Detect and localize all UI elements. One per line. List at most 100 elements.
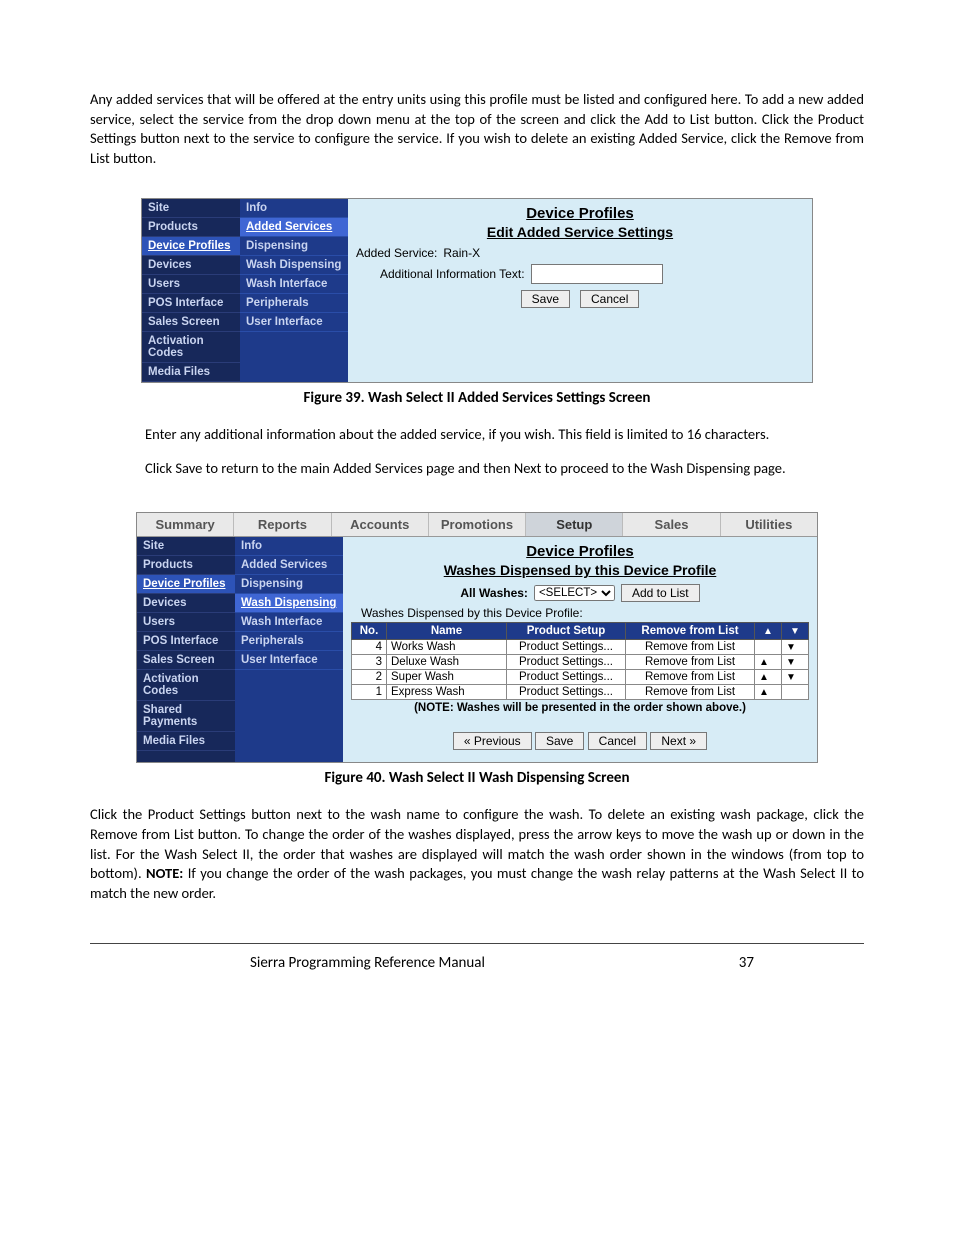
cancel-button[interactable]: Cancel: [588, 732, 647, 750]
subnav-item[interactable]: User Interface: [240, 313, 348, 332]
subnav-item[interactable]: Peripherals: [240, 294, 348, 313]
cell-name: Super Wash: [387, 670, 507, 685]
cell-no: 1: [352, 685, 387, 700]
col-header: No.: [352, 623, 387, 640]
all-washes-select[interactable]: <SELECT>: [534, 585, 615, 601]
cell-no: 3: [352, 655, 387, 670]
move-down-icon[interactable]: ▼: [782, 640, 809, 655]
paragraph-2: Enter any additional information about t…: [145, 425, 824, 445]
paragraph-4: Click the Product Settings button next t…: [90, 805, 864, 903]
sidebar-item[interactable]: Activation Codes: [137, 670, 235, 701]
figure-39-caption: Figure 39. Wash Select II Added Services…: [90, 389, 864, 407]
subnav-item[interactable]: Wash Interface: [240, 275, 348, 294]
table-row: 2Super WashProduct Settings...Remove fro…: [352, 670, 809, 685]
tab-accounts[interactable]: Accounts: [332, 513, 429, 536]
move-up-icon[interactable]: ▲: [755, 685, 782, 700]
sidebar-item[interactable]: Sales Screen: [137, 651, 235, 670]
add-to-list-button[interactable]: Add to List: [621, 584, 700, 602]
sidebar-item[interactable]: Device Profiles: [142, 237, 240, 256]
page-footer: Sierra Programming Reference Manual 37: [90, 943, 864, 972]
table-note: (NOTE: Washes will be presented in the o…: [351, 702, 809, 714]
sidebar-item[interactable]: Shared Payments: [137, 701, 235, 732]
move-down-icon[interactable]: ▼: [782, 655, 809, 670]
sidebar-item[interactable]: Products: [142, 218, 240, 237]
remove-from-list-button[interactable]: Remove from List: [626, 655, 755, 670]
figure-40-screenshot: SummaryReportsAccountsPromotionsSetupSal…: [136, 512, 818, 763]
sidebar-item[interactable]: Devices: [137, 594, 235, 613]
table-subhead: Washes Dispensed by this Device Profile:: [361, 606, 809, 620]
sidebar-item[interactable]: Site: [142, 199, 240, 218]
remove-from-list-button[interactable]: Remove from List: [626, 670, 755, 685]
tab-summary[interactable]: Summary: [137, 513, 234, 536]
subnav-item[interactable]: Added Services: [235, 556, 343, 575]
addl-info-input[interactable]: [531, 264, 663, 284]
col-header: Product Setup: [507, 623, 626, 640]
panel-subtitle: Washes Dispensed by this Device Profile: [351, 562, 809, 578]
footer-title: Sierra Programming Reference Manual: [250, 954, 485, 972]
sidebar-item[interactable]: Media Files: [137, 732, 235, 751]
tab-promotions[interactable]: Promotions: [429, 513, 526, 536]
cell-name: Express Wash: [387, 685, 507, 700]
product-settings-button[interactable]: Product Settings...: [507, 670, 626, 685]
save-button[interactable]: Save: [535, 732, 584, 750]
subnav-item[interactable]: Wash Dispensing: [240, 256, 348, 275]
panel-title: Device Profiles: [356, 205, 804, 222]
move-down-icon[interactable]: [782, 685, 809, 700]
cancel-button[interactable]: Cancel: [580, 290, 639, 308]
sidebar-item[interactable]: Media Files: [142, 363, 240, 382]
cell-no: 2: [352, 670, 387, 685]
remove-from-list-button[interactable]: Remove from List: [626, 640, 755, 655]
product-settings-button[interactable]: Product Settings...: [507, 640, 626, 655]
move-up-icon[interactable]: ▲: [755, 670, 782, 685]
product-settings-button[interactable]: Product Settings...: [507, 685, 626, 700]
subnav-item[interactable]: Dispensing: [240, 237, 348, 256]
tab-setup[interactable]: Setup: [526, 513, 623, 536]
product-settings-button[interactable]: Product Settings...: [507, 655, 626, 670]
next-button[interactable]: Next »: [650, 732, 707, 750]
table-row: 1Express WashProduct Settings...Remove f…: [352, 685, 809, 700]
sidebar-item[interactable]: POS Interface: [142, 294, 240, 313]
tab-reports[interactable]: Reports: [234, 513, 331, 536]
panel-subtitle: Edit Added Service Settings: [356, 224, 804, 240]
sidebar-item[interactable]: Sales Screen: [142, 313, 240, 332]
sidebar-item[interactable]: Device Profiles: [137, 575, 235, 594]
sidebar-item[interactable]: Products: [137, 556, 235, 575]
cell-name: Works Wash: [387, 640, 507, 655]
move-up-icon[interactable]: [755, 640, 782, 655]
table-row: 3Deluxe WashProduct Settings...Remove fr…: [352, 655, 809, 670]
added-service-value: Rain-X: [443, 246, 480, 260]
subnav-item[interactable]: Wash Interface: [235, 613, 343, 632]
sidebar-item[interactable]: POS Interface: [137, 632, 235, 651]
sidebar-item[interactable]: Users: [142, 275, 240, 294]
save-button[interactable]: Save: [521, 290, 570, 308]
subnav-item[interactable]: Wash Dispensing: [235, 594, 343, 613]
subnav-item[interactable]: Peripherals: [235, 632, 343, 651]
move-up-icon[interactable]: ▲: [755, 655, 782, 670]
tab-sales[interactable]: Sales: [623, 513, 720, 536]
cell-name: Deluxe Wash: [387, 655, 507, 670]
paragraph-1: Any added services that will be offered …: [90, 90, 864, 168]
previous-button[interactable]: « Previous: [453, 732, 532, 750]
tab-utilities[interactable]: Utilities: [721, 513, 817, 536]
subnav-item[interactable]: Info: [235, 537, 343, 556]
subnav-item[interactable]: User Interface: [235, 651, 343, 670]
panel-title: Device Profiles: [351, 543, 809, 560]
sidebar-item[interactable]: Activation Codes: [142, 332, 240, 363]
col-header: ▼: [782, 623, 809, 640]
col-header: Remove from List: [626, 623, 755, 640]
move-down-icon[interactable]: ▼: [782, 670, 809, 685]
subnav-item[interactable]: Added Services: [240, 218, 348, 237]
all-washes-label: All Washes:: [460, 586, 528, 600]
subnav-item[interactable]: Dispensing: [235, 575, 343, 594]
addl-info-label: Additional Information Text:: [380, 267, 525, 281]
sidebar-item[interactable]: Devices: [142, 256, 240, 275]
subnav-item[interactable]: Info: [240, 199, 348, 218]
sidebar-item[interactable]: Site: [137, 537, 235, 556]
paragraph-3: Click Save to return to the main Added S…: [145, 459, 824, 479]
col-header: ▲: [755, 623, 782, 640]
sidebar-item[interactable]: Users: [137, 613, 235, 632]
washes-table: No.NameProduct SetupRemove from List▲▼ 4…: [351, 622, 809, 700]
remove-from-list-button[interactable]: Remove from List: [626, 685, 755, 700]
col-header: Name: [387, 623, 507, 640]
added-service-label: Added Service:: [356, 246, 437, 260]
